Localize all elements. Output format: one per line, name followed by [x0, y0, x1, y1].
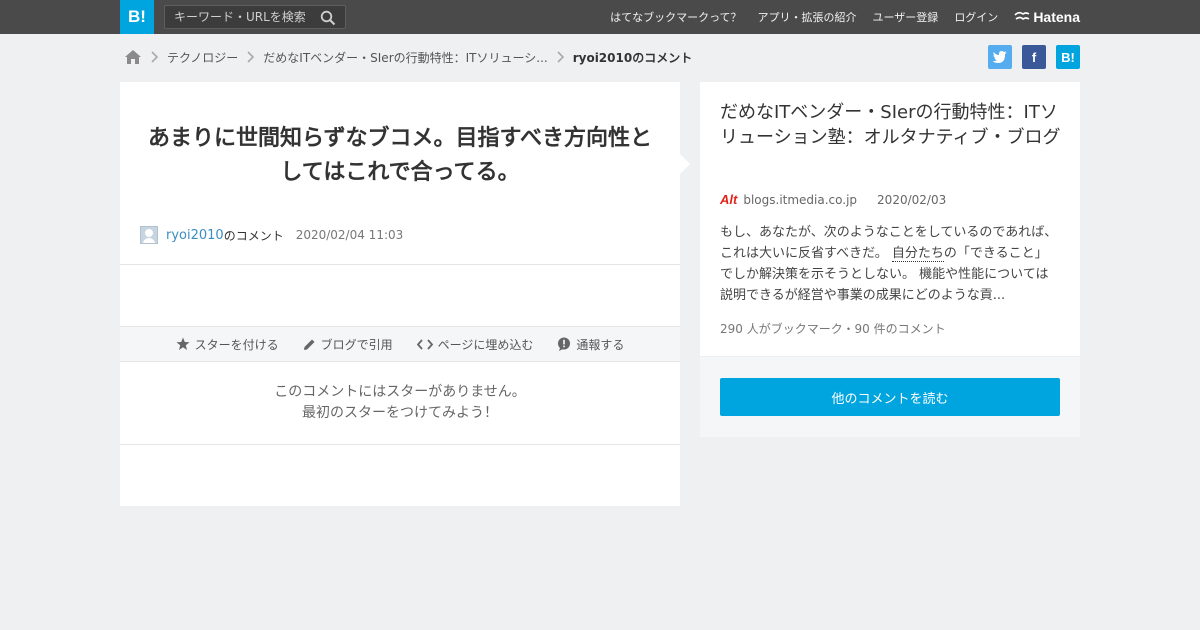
entry-domain[interactable]: blogs.itmedia.co.jp [743, 193, 857, 207]
divider [120, 444, 680, 445]
report-button[interactable]: 通報する [557, 336, 624, 353]
hatebu-logo[interactable]: B! [120, 0, 154, 34]
nav-about[interactable]: はてなブックマークって？ [610, 9, 741, 25]
search-icon[interactable] [320, 10, 336, 26]
site-favicon: Alt [720, 192, 738, 207]
facebook-share-button[interactable]: f [1022, 45, 1046, 69]
hatena-brand-label: Hatena [1033, 9, 1080, 25]
entry-title[interactable]: だめなITベンダー・SIerの行動特性：ITソリューション塾：オルタナティブ・ブ… [720, 100, 1065, 150]
blog-quote-button[interactable]: ブログで引用 [303, 336, 393, 353]
home-icon[interactable] [124, 49, 142, 65]
chevron-right-icon [557, 51, 565, 63]
entry-source: Alt blogs.itmedia.co.jp 2020/02/03 [720, 192, 946, 207]
no-stars-line2: 最初のスターをつけてみよう！ [302, 405, 498, 421]
comment-user-link[interactable]: ryoi2010 [166, 228, 224, 243]
star-icon [176, 337, 190, 350]
entry-description: もし、あなたが、次のようなことをしているのであれば、これは大いに反省すべきだ。 … [720, 222, 1060, 306]
search-box[interactable] [164, 5, 346, 29]
code-icon [416, 338, 433, 350]
top-nav: はてなブックマークって？ アプリ・拡張の紹介 ユーザー登録 ログイン Haten… [594, 0, 1080, 34]
card-pointer [680, 154, 690, 174]
entry-keyword-link[interactable]: 自分たち [891, 246, 944, 262]
comment-text: あまりに世間知らずなブコメ。目指すべき方向性としてはこれで合ってる。 [147, 126, 653, 185]
share-buttons: f B! [978, 45, 1080, 69]
comment-actions: スターを付ける ブログで引用 ページに埋め込む 通報する [120, 326, 680, 362]
breadcrumb: テクノロジー だめなITベンダー・SIerの行動特性：ITソリューシ... ry… [124, 46, 692, 68]
add-star-label: スターを付ける [194, 337, 279, 352]
no-stars-message: このコメントにはスターがありません。 最初のスターをつけてみよう！ [120, 382, 680, 424]
hatena-logo-icon [1014, 11, 1030, 21]
breadcrumb-entry[interactable]: だめなITベンダー・SIerの行動特性：ITソリューシ... [263, 49, 547, 66]
chevron-right-icon [151, 51, 159, 63]
chevron-right-icon [247, 51, 255, 63]
read-comments-button[interactable]: 他のコメントを読む [720, 378, 1060, 416]
nav-login[interactable]: ログイン [954, 9, 998, 25]
avatar[interactable] [140, 226, 158, 244]
report-icon [558, 337, 571, 351]
embed-button[interactable]: ページに埋め込む [416, 336, 534, 353]
embed-label: ページに埋め込む [437, 337, 534, 352]
twitter-share-button[interactable] [988, 45, 1012, 69]
no-stars-line1: このコメントにはスターがありません。 [274, 384, 526, 400]
report-label: 通報する [576, 337, 625, 352]
top-bar: B! はてなブックマークって？ アプリ・拡張の紹介 ユーザー登録 ログイン Ha… [0, 0, 1200, 34]
pencil-icon [303, 339, 315, 350]
hatebu-share-button[interactable]: B! [1056, 45, 1080, 69]
blog-quote-label: ブログで引用 [320, 337, 393, 352]
comment-meta: ryoi2010 のコメント 2020/02/04 11:03 [140, 226, 403, 244]
entry-date: 2020/02/03 [877, 192, 947, 207]
entry-footer: 他のコメントを読む [700, 357, 1080, 437]
nav-apps[interactable]: アプリ・拡張の紹介 [758, 9, 857, 25]
add-star-button[interactable]: スターを付ける [176, 336, 279, 353]
entry-counts[interactable]: 290 人がブックマーク・90 件のコメント [720, 320, 946, 337]
twitter-icon [992, 51, 1007, 63]
breadcrumb-current: ryoi2010のコメント [572, 50, 693, 65]
comment-date[interactable]: 2020/02/04 11:03 [296, 228, 404, 242]
search-input[interactable] [165, 6, 315, 28]
nav-register[interactable]: ユーザー登録 [873, 9, 939, 25]
breadcrumb-category[interactable]: テクノロジー [167, 49, 238, 66]
divider [120, 264, 680, 265]
entry-card: だめなITベンダー・SIerの行動特性：ITソリューション塾：オルタナティブ・ブ… [700, 82, 1080, 356]
comment-card: あまりに世間知らずなブコメ。目指すべき方向性としてはこれで合ってる。 ryoi2… [120, 82, 690, 506]
comment-user-suffix: のコメント [223, 228, 284, 243]
hatena-brand[interactable]: Hatena [1014, 9, 1080, 25]
